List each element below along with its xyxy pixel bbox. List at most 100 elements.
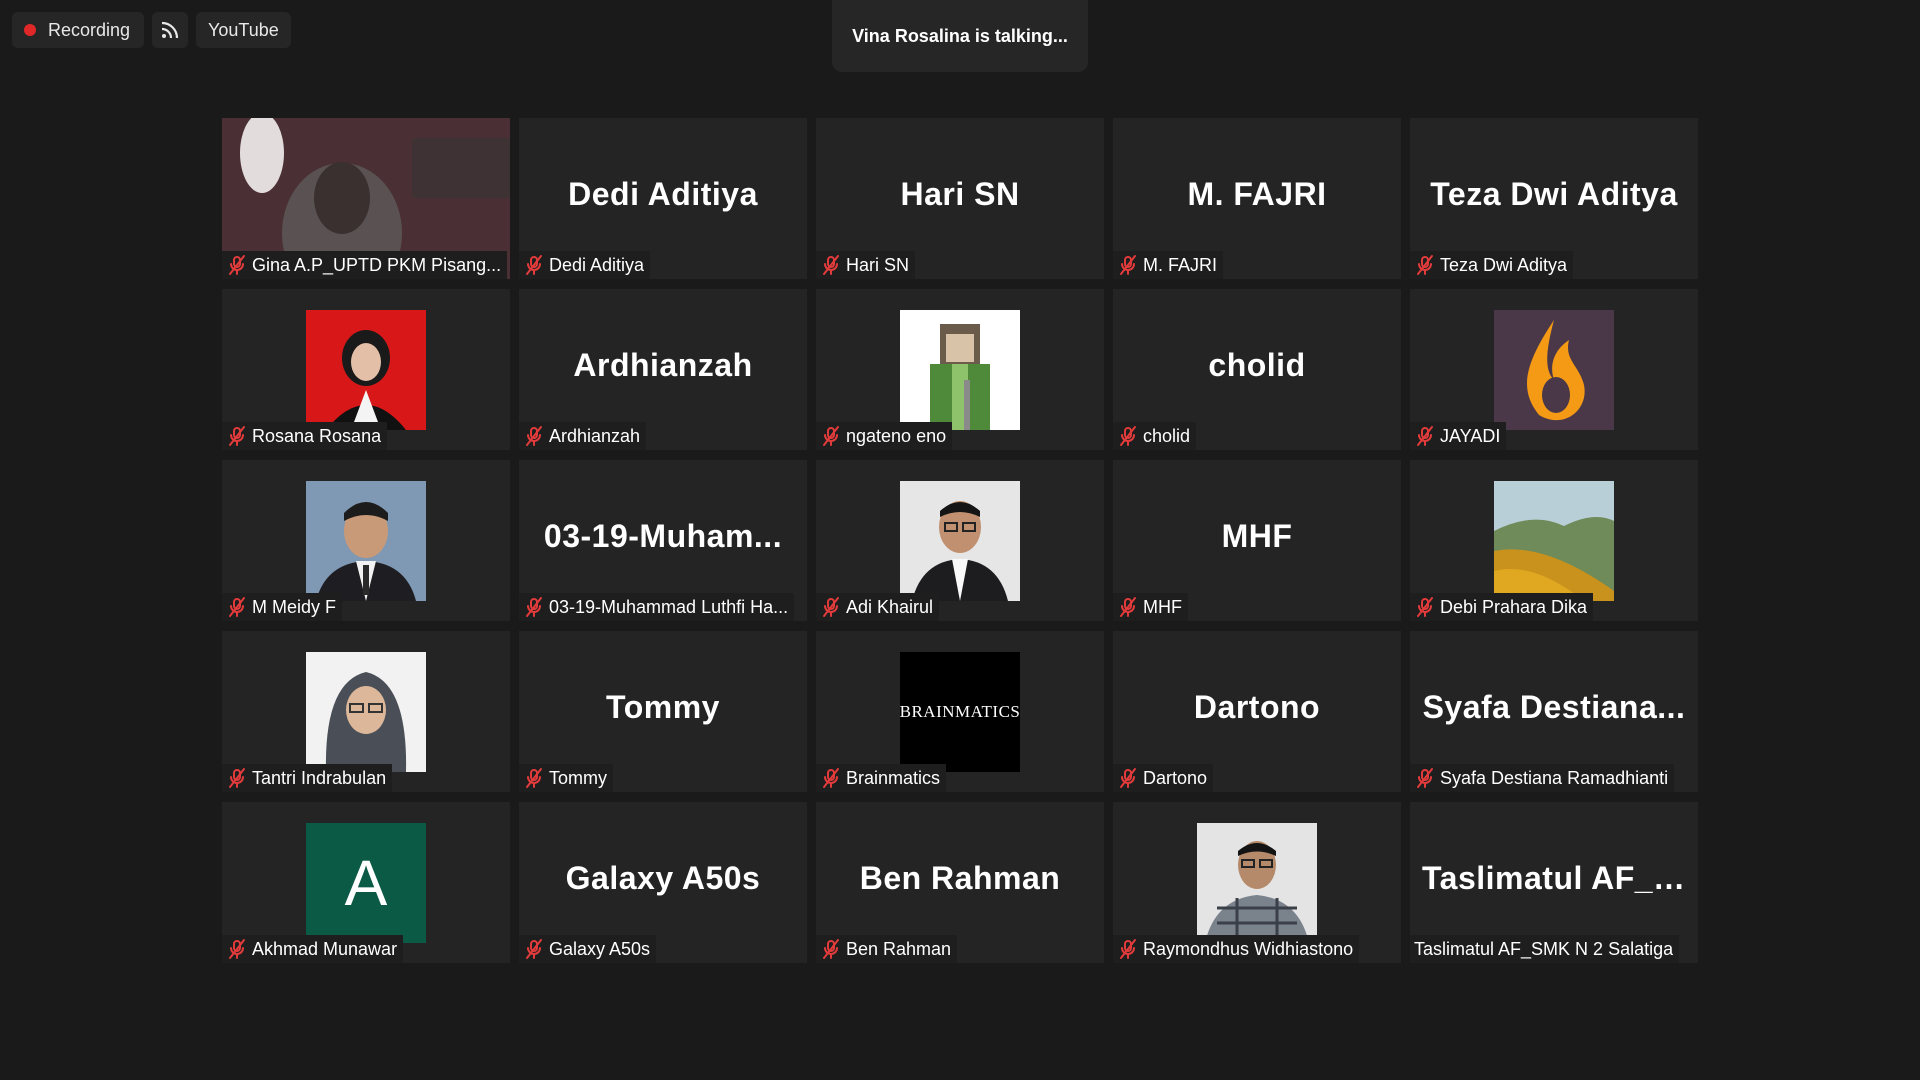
participant-name-label: Hari SN: [816, 251, 916, 279]
participant-tile[interactable]: Dedi Aditiya Dedi Aditiya: [519, 118, 807, 279]
participant-name-label: Akhmad Munawar: [222, 935, 404, 963]
participant-tile[interactable]: Rosana Rosana: [222, 289, 510, 450]
participant-name: ngateno eno: [846, 425, 947, 446]
participant-name: MHF: [1143, 596, 1182, 617]
participant-display-name: 03-19-Muham...: [543, 518, 783, 554]
participant-tile[interactable]: JAYADI: [1410, 289, 1698, 450]
muted-mic-icon: [1120, 597, 1136, 617]
muted-mic-icon: [1120, 768, 1136, 788]
muted-mic-icon: [823, 426, 839, 446]
participant-name: cholid: [1143, 425, 1191, 446]
participant-name-label: 03-19-Muhammad Luthfi Ha...: [519, 593, 795, 621]
participant-name-label: Brainmatics: [816, 764, 947, 792]
participant-name-label: Debi Prahara Dika: [1410, 593, 1594, 621]
live-stream-button[interactable]: [152, 12, 189, 48]
participant-tile[interactable]: Gina A.P_UPTD PKM Pisang...: [222, 118, 510, 279]
participant-name: Ben Rahman: [846, 938, 952, 959]
participant-avatar: [306, 481, 426, 601]
participant-name: M. FAJRI: [1143, 254, 1218, 275]
muted-mic-icon: [1120, 939, 1136, 959]
participant-name: Rosana Rosana: [252, 425, 382, 446]
participant-tile[interactable]: Adi Khairul: [816, 460, 1104, 621]
participant-name-label: M. FAJRI: [1113, 251, 1224, 279]
participant-name-label: Ardhianzah: [519, 422, 647, 450]
participant-display-name: Taslimatul AF_S...: [1422, 860, 1698, 896]
recording-dot-icon: [24, 24, 36, 36]
muted-mic-icon: [526, 426, 542, 446]
participant-tile[interactable]: M Meidy F: [222, 460, 510, 621]
participant-tile[interactable]: ngateno eno: [816, 289, 1104, 450]
muted-mic-icon: [526, 939, 542, 959]
muted-mic-icon: [526, 768, 542, 788]
muted-mic-icon: [229, 768, 245, 788]
participant-tile[interactable]: Debi Prahara Dika: [1410, 460, 1698, 621]
participant-name: Taslimatul AF_SMK N 2 Salatiga: [1414, 938, 1674, 959]
active-speaker-text: Vina Rosalina is talking...: [852, 25, 1068, 46]
participant-tile[interactable]: Ardhianzah Ardhianzah: [519, 289, 807, 450]
recording-indicator[interactable]: Recording: [12, 12, 145, 48]
participant-display-name: Hari SN: [900, 176, 1020, 212]
participant-name: Tommy: [549, 767, 607, 788]
muted-mic-icon: [229, 255, 245, 275]
participant-name-label: Adi Khairul: [816, 593, 940, 621]
muted-mic-icon: [1417, 255, 1433, 275]
participant-name-label: Tantri Indrabulan: [222, 764, 393, 792]
participant-avatar: BRAINMATICS: [900, 652, 1020, 772]
participant-tile[interactable]: A Akhmad Munawar: [222, 802, 510, 963]
participant-display-name: cholid: [1208, 347, 1306, 383]
participant-tile[interactable]: Taslimatul AF_S... Taslimatul AF_SMK N 2 …: [1410, 802, 1698, 963]
participant-avatar: [1494, 310, 1614, 430]
muted-mic-icon: [229, 426, 245, 446]
muted-mic-icon: [229, 597, 245, 617]
participant-tile[interactable]: MHF MHF: [1113, 460, 1401, 621]
muted-mic-icon: [229, 939, 245, 959]
participant-display-name: MHF: [1221, 518, 1293, 554]
participant-display-name: M. FAJRI: [1187, 176, 1327, 212]
participant-tile[interactable]: Dartono Dartono: [1113, 631, 1401, 792]
participant-name: Galaxy A50s: [549, 938, 651, 959]
participant-name: JAYADI: [1440, 425, 1501, 446]
participant-tile[interactable]: Tommy Tommy: [519, 631, 807, 792]
participant-tile[interactable]: Raymondhus Widhiastono: [1113, 802, 1401, 963]
participant-name-label: M Meidy F: [222, 593, 343, 621]
participant-tile[interactable]: Tantri Indrabulan: [222, 631, 510, 792]
participant-tile[interactable]: cholid cholid: [1113, 289, 1401, 450]
participant-name-label: Dartono: [1113, 764, 1214, 792]
youtube-stream-button[interactable]: YouTube: [196, 12, 291, 48]
participant-display-name: Galaxy A50s: [565, 860, 761, 896]
participant-tile[interactable]: 03-19-Muham... 03-19-Muhammad Luthfi Ha..…: [519, 460, 807, 621]
participant-name: Hari SN: [846, 254, 910, 275]
participant-tile[interactable]: Ben Rahman Ben Rahman: [816, 802, 1104, 963]
participant-display-name: Dedi Aditiya: [568, 176, 758, 212]
participant-name-label: Rosana Rosana: [222, 422, 388, 450]
muted-mic-icon: [1417, 426, 1433, 446]
avatar-initial: A: [344, 847, 388, 919]
muted-mic-icon: [526, 597, 542, 617]
participant-name: Akhmad Munawar: [252, 938, 398, 959]
youtube-label: YouTube: [208, 19, 279, 40]
muted-mic-icon: [1120, 426, 1136, 446]
participant-name-label: ngateno eno: [816, 422, 953, 450]
participant-avatar: [306, 652, 426, 772]
participant-avatar: [900, 310, 1020, 430]
participant-tile[interactable]: Teza Dwi Aditya Teza Dwi Aditya: [1410, 118, 1698, 279]
participant-display-name: Teza Dwi Aditya: [1430, 176, 1678, 212]
participant-name: Dartono: [1143, 767, 1208, 788]
muted-mic-icon: [823, 597, 839, 617]
participant-tile[interactable]: Hari SN Hari SN: [816, 118, 1104, 279]
participant-tile[interactable]: BRAINMATICS Brainmatics: [816, 631, 1104, 792]
muted-mic-icon: [526, 255, 542, 275]
participant-display-name: Ben Rahman: [859, 860, 1061, 896]
participant-name: Tantri Indrabulan: [252, 767, 387, 788]
rss-icon: [161, 21, 179, 39]
participant-tile[interactable]: Galaxy A50s Galaxy A50s: [519, 802, 807, 963]
participant-name-label: Ben Rahman: [816, 935, 958, 963]
muted-mic-icon: [1417, 597, 1433, 617]
muted-mic-icon: [823, 939, 839, 959]
participant-tile[interactable]: M. FAJRI M. FAJRI: [1113, 118, 1401, 279]
participant-avatar: [900, 481, 1020, 601]
participant-tile[interactable]: Syafa Destiana... Syafa Destiana Ramadhia…: [1410, 631, 1698, 792]
participant-name: M Meidy F: [252, 596, 337, 617]
muted-mic-icon: [1120, 255, 1136, 275]
participant-name-label: Taslimatul AF_SMK N 2 Salatiga: [1410, 935, 1680, 963]
